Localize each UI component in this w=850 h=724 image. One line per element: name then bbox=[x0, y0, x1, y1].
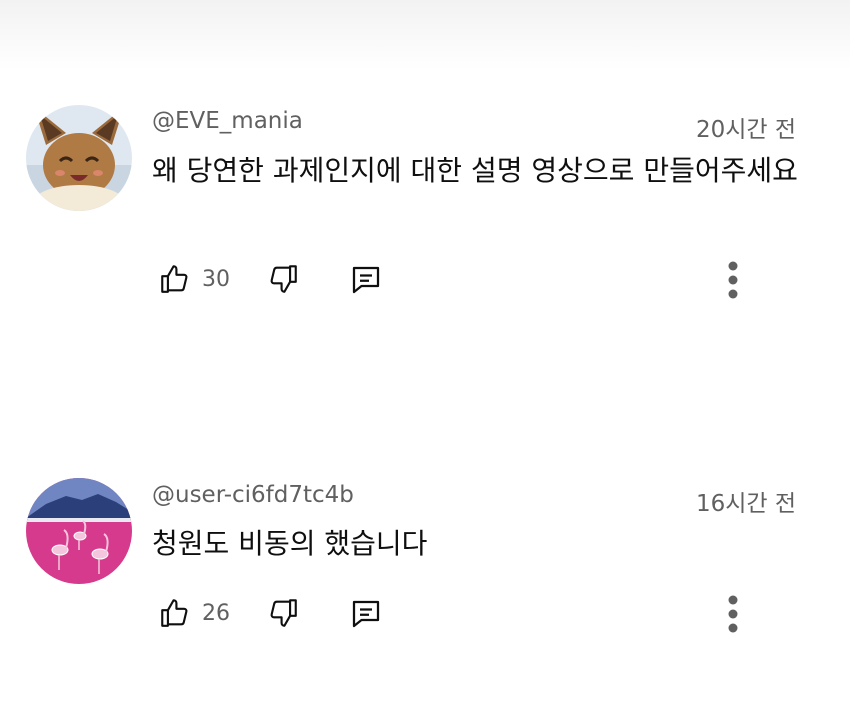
more-options-button[interactable] bbox=[728, 592, 738, 640]
comment-actions: 30 bbox=[150, 261, 810, 306]
thumbs-down-icon bbox=[270, 265, 297, 293]
top-fade bbox=[0, 0, 850, 70]
avatar[interactable] bbox=[26, 105, 132, 211]
dislike-button[interactable] bbox=[266, 596, 300, 630]
avatar[interactable] bbox=[26, 478, 132, 584]
more-vert-icon bbox=[728, 595, 738, 633]
thumbs-down-icon bbox=[270, 599, 297, 627]
comment-text: 왜 당연한 과제인지에 대한 설명 영상으로 만들어주세요 bbox=[152, 154, 798, 187]
thumbs-up-icon bbox=[161, 599, 188, 627]
more-vert-icon bbox=[728, 261, 738, 299]
reply-icon bbox=[352, 600, 380, 628]
comment-author[interactable]: @user-ci6fd7tc4b bbox=[152, 482, 354, 508]
reply-icon bbox=[352, 266, 380, 294]
thumbs-up-icon bbox=[161, 265, 188, 293]
comment-actions: 26 bbox=[150, 595, 810, 640]
like-button[interactable]: 26 bbox=[158, 596, 230, 630]
reply-button[interactable] bbox=[348, 596, 384, 632]
comment-text: 청원도 비동의 했습니다 bbox=[152, 527, 428, 560]
like-button[interactable]: 30 bbox=[158, 262, 230, 296]
comment-timestamp: 20시간 전 bbox=[695, 117, 796, 143]
comment-author[interactable]: @EVE_mania bbox=[152, 108, 303, 134]
dislike-button[interactable] bbox=[266, 262, 300, 296]
eevee-avatar-icon bbox=[26, 105, 132, 211]
flamingo-avatar-icon bbox=[26, 478, 132, 584]
like-count: 26 bbox=[202, 600, 230, 626]
more-options-button[interactable] bbox=[728, 258, 738, 306]
comment-timestamp: 16시간 전 bbox=[695, 491, 796, 517]
like-count: 30 bbox=[202, 266, 230, 292]
reply-button[interactable] bbox=[348, 262, 384, 298]
